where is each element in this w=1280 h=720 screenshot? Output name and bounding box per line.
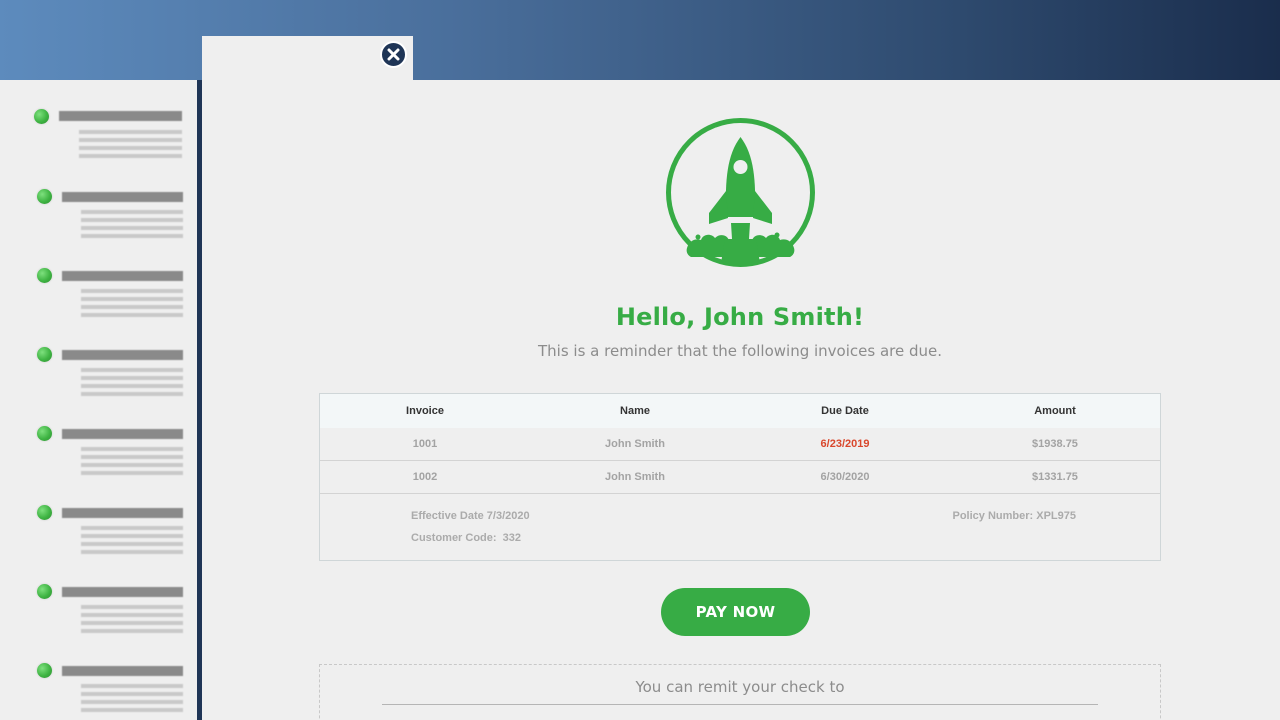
- rocket-launch-icon: [666, 118, 815, 267]
- status-dot-icon: [37, 268, 52, 283]
- list-item-line: [81, 447, 183, 451]
- list-item[interactable]: [0, 184, 197, 254]
- list-item-line: [81, 621, 183, 625]
- list-item-line: [81, 613, 183, 617]
- list-item-title-placeholder: [62, 429, 183, 439]
- list-item[interactable]: [0, 105, 197, 175]
- list-item[interactable]: [0, 579, 197, 649]
- list-item-title-placeholder: [59, 111, 182, 121]
- invoice-amount: $1331.75: [1032, 471, 1078, 483]
- list-item-line: [81, 297, 183, 301]
- list-item-line: [79, 154, 182, 158]
- column-header-name: Name: [620, 405, 650, 417]
- list-item[interactable]: [0, 500, 197, 570]
- close-icon[interactable]: [380, 41, 407, 68]
- list-item-line: [81, 384, 183, 388]
- list-item-line: [81, 226, 183, 230]
- app-window: Hello, John Smith! This is a reminder th…: [0, 0, 1280, 720]
- remit-text: You can remit your check to: [635, 678, 845, 696]
- message-list: [0, 80, 197, 720]
- list-item-line: [81, 526, 183, 530]
- list-item-line: [79, 138, 182, 142]
- status-dot-icon: [37, 505, 52, 520]
- list-item-line: [81, 534, 183, 538]
- greeting-heading: Hello, John Smith!: [615, 303, 865, 331]
- list-item-line: [81, 550, 183, 554]
- table-row: 1002 John Smith 6/30/2020 $1331.75: [320, 461, 1160, 494]
- list-item-title-placeholder: [62, 666, 183, 676]
- list-item-line: [81, 463, 183, 467]
- column-header-invoice: Invoice: [406, 405, 444, 417]
- column-header-due-date: Due Date: [821, 405, 869, 417]
- list-item-line: [81, 368, 183, 372]
- status-dot-icon: [37, 663, 52, 678]
- table-header: Invoice Name Due Date Amount: [320, 394, 1160, 428]
- list-item-line: [81, 218, 183, 222]
- list-item[interactable]: [0, 658, 197, 720]
- list-item-title-placeholder: [62, 508, 183, 518]
- reminder-text: This is a reminder that the following in…: [538, 342, 942, 360]
- list-item-line: [81, 376, 183, 380]
- divider: [382, 704, 1098, 705]
- list-item-line: [81, 684, 183, 688]
- list-item-line: [81, 542, 183, 546]
- list-item-line: [79, 130, 182, 134]
- list-item-line: [81, 234, 183, 238]
- list-item-line: [81, 471, 183, 475]
- column-header-amount: Amount: [1034, 405, 1076, 417]
- due-date-overdue: 6/23/2019: [820, 438, 870, 450]
- invoice-amount: $1938.75: [1032, 438, 1078, 450]
- list-item-line: [81, 629, 183, 633]
- list-item-line: [81, 455, 183, 459]
- due-date: 6/30/2020: [820, 471, 870, 483]
- pay-now-button[interactable]: PAY NOW: [661, 588, 810, 636]
- status-dot-icon: [34, 109, 49, 124]
- list-item-title-placeholder: [62, 271, 183, 281]
- remit-section: You can remit your check to: [319, 664, 1161, 720]
- list-item-line: [81, 692, 183, 696]
- effective-date: Effective Date 7/3/2020: [411, 510, 530, 522]
- invoice-table: Invoice Name Due Date Amount 1001 John S…: [319, 393, 1161, 561]
- list-item-line: [81, 289, 183, 293]
- policy-number: Policy Number: XPL975: [952, 510, 1077, 522]
- list-item-line: [81, 605, 183, 609]
- list-item-line: [81, 708, 183, 712]
- invoice-number: 1002: [412, 471, 438, 483]
- list-item-line: [81, 210, 183, 214]
- list-item[interactable]: [0, 421, 197, 491]
- list-item-line: [81, 392, 183, 396]
- status-dot-icon: [37, 189, 52, 204]
- status-dot-icon: [37, 426, 52, 441]
- list-item-line: [81, 700, 183, 704]
- customer-code: Customer Code: 332: [411, 532, 522, 544]
- customer-name: John Smith: [605, 471, 665, 483]
- customer-name: John Smith: [605, 438, 665, 450]
- invoice-number: 1001: [412, 438, 438, 450]
- table-row: 1001 John Smith 6/23/2019 $1938.75: [320, 428, 1160, 461]
- list-item-line: [79, 146, 182, 150]
- list-item-title-placeholder: [62, 192, 183, 202]
- list-item-title-placeholder: [62, 587, 183, 597]
- status-dot-icon: [37, 584, 52, 599]
